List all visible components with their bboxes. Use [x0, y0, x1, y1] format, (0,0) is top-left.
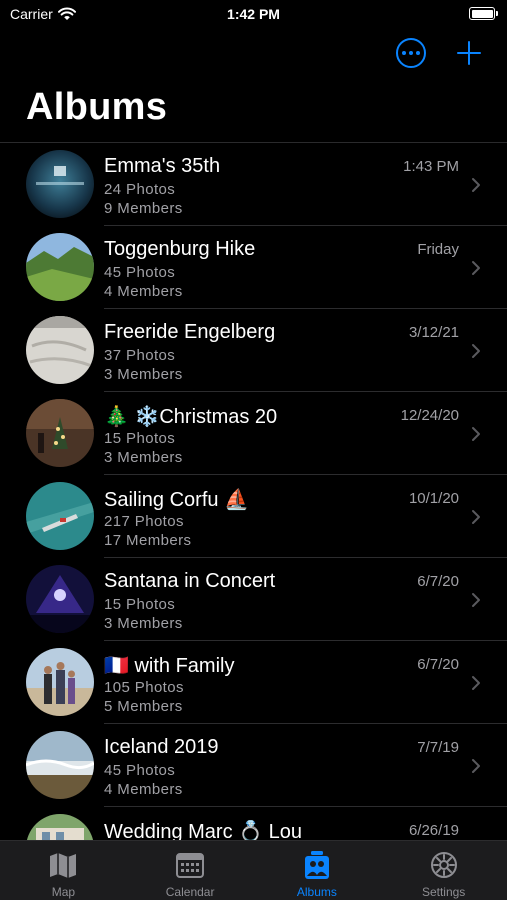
album-row[interactable]: 🎄 ❄️Christmas 20 15 Photos 3 Members 12/… — [0, 392, 507, 475]
albums-icon — [304, 851, 329, 879]
album-photo-count: 45 Photos — [104, 762, 176, 779]
chevron-right-icon — [472, 427, 480, 441]
album-title: Santana in Concert — [104, 570, 276, 592]
album-thumbnail — [26, 316, 94, 384]
album-thumbnail — [26, 150, 94, 218]
album-member-count: 3 Members — [104, 615, 183, 632]
album-list[interactable]: Emma's 35th 24 Photos 9 Members 1:43 PM … — [0, 142, 507, 840]
tab-map[interactable]: Map — [0, 841, 127, 900]
chevron-right-icon — [472, 510, 480, 524]
album-title: 🎄 ❄️Christmas 20 — [104, 406, 278, 428]
tab-label: Settings — [421, 885, 466, 899]
album-thumbnail — [26, 648, 94, 716]
album-date: 7/7/19 — [417, 739, 459, 756]
more-button[interactable] — [396, 38, 426, 68]
album-photo-count: 24 Photos — [104, 181, 176, 198]
chevron-right-icon — [472, 759, 480, 773]
album-thumbnail — [26, 399, 94, 467]
album-row[interactable]: Iceland 2019 45 Photos 4 Members 7/7/19 — [0, 724, 507, 807]
map-icon — [50, 853, 77, 878]
album-title: Toggenburg Hike — [104, 238, 256, 260]
tab-albums[interactable]: Albums — [254, 841, 381, 900]
album-photo-count: 105 Photos — [104, 679, 184, 696]
page-title: Albums — [26, 86, 168, 128]
more-icon-dot — [409, 51, 413, 55]
album-thumbnail — [26, 814, 94, 840]
album-title: Freeride Engelberg — [104, 321, 276, 343]
calendar-icon — [176, 853, 205, 878]
album-member-count: 5 Members — [104, 698, 183, 715]
album-member-count: 9 Members — [104, 200, 183, 217]
tab-label: Albums — [296, 885, 337, 899]
album-title: Emma's 35th — [104, 155, 221, 177]
album-row[interactable]: Toggenburg Hike 45 Photos 4 Members Frid… — [0, 226, 507, 309]
add-album-button[interactable] — [456, 39, 482, 67]
tab-label: Map — [51, 885, 76, 899]
album-member-count: 4 Members — [104, 781, 183, 798]
more-icon-dot — [402, 51, 406, 55]
status-bar: Carrier 1:42 PM — [0, 0, 507, 30]
album-member-count: 17 Members — [104, 532, 192, 549]
album-title: Wedding Marc 💍 Lou — [104, 821, 302, 840]
chevron-right-icon — [472, 593, 480, 607]
album-date: 12/24/20 — [400, 407, 459, 424]
gear-icon — [430, 852, 457, 878]
album-thumbnail — [26, 565, 94, 633]
album-date: 6/26/19 — [408, 822, 459, 839]
album-thumbnail — [26, 731, 94, 799]
album-photo-count: 15 Photos — [104, 430, 176, 447]
more-icon-dot — [416, 51, 420, 55]
screen: Carrier 1:42 PM Albums Emma's 35th 24 Ph… — [0, 0, 507, 900]
album-date: 6/7/20 — [417, 573, 459, 590]
album-photo-count: 15 Photos — [104, 596, 176, 613]
album-date: 6/7/20 — [417, 656, 459, 673]
status-time: 1:42 PM — [227, 6, 280, 22]
chevron-right-icon — [472, 178, 480, 192]
album-row[interactable]: Freeride Engelberg 37 Photos 3 Members 3… — [0, 309, 507, 392]
tab-settings[interactable]: Settings — [380, 841, 507, 900]
album-row[interactable]: 🇫🇷 with Family 105 Photos 5 Members 6/7/… — [0, 641, 507, 724]
chevron-right-icon — [472, 261, 480, 275]
chevron-right-icon — [472, 344, 480, 358]
album-thumbnail — [26, 482, 94, 550]
album-row[interactable]: Wedding Marc 💍 Lou 6/26/19 — [0, 807, 507, 840]
album-photo-count: 217 Photos — [104, 513, 184, 530]
album-thumbnail — [26, 233, 94, 301]
album-member-count: 3 Members — [104, 366, 183, 383]
album-row[interactable]: Santana in Concert 15 Photos 3 Members 6… — [0, 558, 507, 641]
tab-calendar[interactable]: Calendar — [127, 841, 254, 900]
album-date: 10/1/20 — [408, 490, 459, 507]
album-photo-count: 37 Photos — [104, 347, 176, 364]
tab-label: Calendar — [165, 885, 215, 899]
album-date: 1:43 PM — [403, 158, 459, 175]
album-title: Sailing Corfu ⛵ — [104, 489, 249, 511]
album-member-count: 3 Members — [104, 449, 183, 466]
battery-icon — [469, 7, 498, 20]
album-title: 🇫🇷 with Family — [104, 655, 235, 677]
album-date: Friday — [417, 241, 459, 258]
album-date: 3/12/21 — [408, 324, 459, 341]
album-photo-count: 45 Photos — [104, 264, 176, 281]
chevron-right-icon — [472, 676, 480, 690]
album-title: Iceland 2019 — [104, 736, 219, 758]
album-row[interactable]: Emma's 35th 24 Photos 9 Members 1:43 PM — [0, 143, 507, 226]
tab-bar: Map Calendar Albums Settings — [0, 840, 507, 900]
album-member-count: 4 Members — [104, 283, 183, 300]
album-row[interactable]: Sailing Corfu ⛵ 217 Photos 17 Members 10… — [0, 475, 507, 558]
